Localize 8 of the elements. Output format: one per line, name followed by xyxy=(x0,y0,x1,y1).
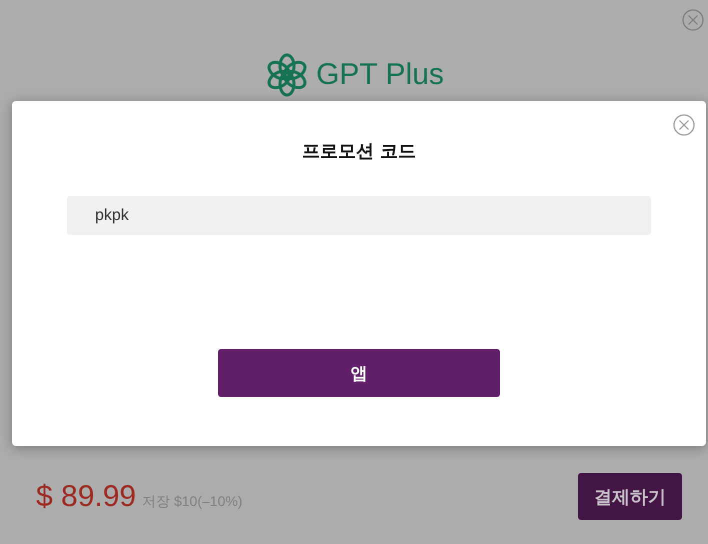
promo-code-field[interactable]: pkpk xyxy=(67,196,651,235)
dialog-title: 프로모션 코드 xyxy=(302,140,416,163)
price: $ 89.99 xyxy=(36,480,136,514)
close-icon[interactable] xyxy=(682,9,704,31)
pay-button[interactable]: 결제하기 xyxy=(578,473,682,520)
close-icon[interactable] xyxy=(673,114,695,136)
brand-name: GPT Plus xyxy=(316,58,444,92)
apply-button[interactable]: 앱 xyxy=(218,349,500,397)
